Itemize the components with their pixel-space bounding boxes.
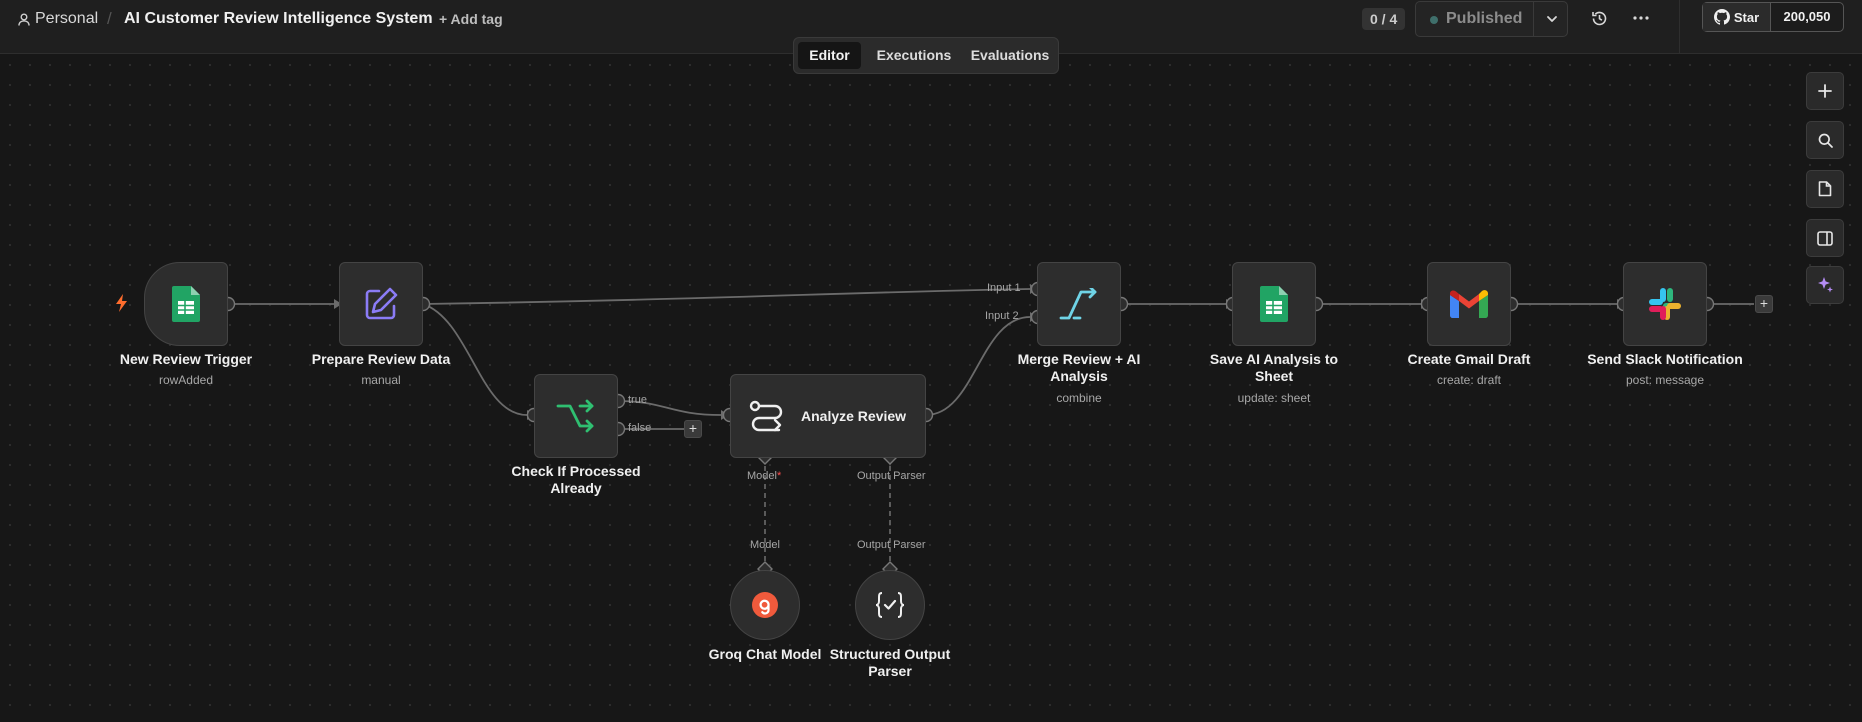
pencil-square-icon [365, 287, 398, 320]
node-title: Create Gmail Draft [1407, 351, 1531, 367]
port-output-parser-label: Output Parser [857, 470, 926, 482]
lightning-icon [116, 294, 127, 312]
output-false-label: false [628, 422, 652, 434]
node-title: New Review Trigger [119, 351, 253, 367]
node-subtitle: combine [1056, 391, 1102, 405]
sticky-note-icon [1818, 181, 1832, 197]
node-groq-chat-model[interactable] [730, 570, 800, 640]
status-dot [1430, 16, 1438, 24]
node-send-slack-notification[interactable] [1623, 262, 1707, 346]
node-create-gmail-draft[interactable] [1427, 262, 1511, 346]
github-star-widget[interactable]: Star 200,050 [1702, 2, 1844, 32]
node-title: Structured Output Parser [829, 646, 951, 679]
add-tag-button[interactable]: + Add tag [439, 11, 503, 27]
port-model-label: Model* [747, 470, 782, 482]
sparkle-icon [1818, 277, 1833, 293]
input-2-label: Input 2 [985, 310, 1019, 322]
publish-button[interactable]: Published [1415, 1, 1568, 37]
groq-icon [752, 592, 778, 618]
github-star-label: Star [1733, 9, 1760, 25]
tab-editor[interactable]: Editor [798, 42, 861, 69]
google-sheets-icon [172, 286, 200, 322]
node-title: Send Slack Notification [1587, 351, 1743, 367]
publish-status-label: Published [1446, 10, 1523, 27]
more-options-icon[interactable] [1632, 11, 1650, 25]
breadcrumb-personal[interactable]: Personal [18, 10, 98, 28]
add-node-end-button[interactable]: + [1755, 295, 1773, 313]
chevron-down-icon[interactable] [1545, 12, 1559, 26]
node-title: Save AI Analysis to Sheet [1209, 351, 1339, 384]
node-title: Analyze Review [801, 408, 907, 424]
split-branch-icon [556, 399, 594, 433]
json-check-icon [875, 592, 905, 618]
breadcrumb-separator: / [107, 9, 112, 28]
github-star-button[interactable]: Star [1703, 3, 1771, 31]
node-new-review-trigger[interactable] [144, 262, 228, 346]
node-title: Merge Review + AI Analysis [1017, 351, 1141, 384]
history-icon[interactable] [1591, 10, 1608, 27]
toggle-panel-button[interactable] [1806, 219, 1844, 257]
merge-icon [1059, 288, 1097, 320]
node-save-to-sheet[interactable] [1232, 262, 1316, 346]
node-title: Check If Processed Already [511, 463, 641, 496]
workflow-canvas[interactable] [0, 55, 1862, 722]
user-icon [18, 13, 30, 26]
sidebar-panel-icon [1817, 230, 1833, 246]
node-subtitle: create: draft [1436, 373, 1502, 387]
required-asterisk: * [776, 470, 782, 482]
tab-evaluations[interactable]: Evaluations [965, 42, 1055, 69]
node-prepare-review-data[interactable] [339, 262, 423, 346]
output-true-label: true [628, 394, 647, 406]
node-subtitle: post: message [1625, 373, 1705, 387]
node-structured-output-parser[interactable] [855, 570, 925, 640]
input-1-label: Input 1 [987, 282, 1021, 294]
github-icon [1713, 9, 1730, 25]
slack-icon [1649, 288, 1681, 320]
node-subtitle: update: sheet [1237, 391, 1311, 405]
breadcrumb-personal-label: Personal [35, 10, 99, 27]
node-subtitle: manual [361, 373, 401, 387]
sticky-note-button[interactable] [1806, 170, 1844, 208]
port-model-label: Model [750, 539, 780, 551]
search-nodes-button[interactable] [1806, 121, 1844, 159]
node-merge[interactable] [1037, 262, 1121, 346]
view-tabs: Editor Executions Evaluations [793, 37, 1059, 74]
node-title: Prepare Review Data [311, 351, 451, 367]
port-output-parser-label: Output Parser [857, 539, 926, 551]
workflow-title[interactable]: AI Customer Review Intelligence System [124, 10, 433, 28]
ai-assistant-button[interactable] [1806, 266, 1844, 304]
search-icon [1818, 133, 1833, 148]
node-subtitle: rowAdded [158, 373, 214, 387]
github-star-count: 200,050 [1783, 9, 1831, 24]
node-analyze-review[interactable]: Analyze Review [730, 374, 926, 458]
node-check-if-processed[interactable] [534, 374, 618, 458]
add-node-button[interactable] [1806, 72, 1844, 110]
add-node-false-button[interactable]: + [684, 420, 702, 438]
tab-executions[interactable]: Executions [864, 42, 964, 69]
node-title: Groq Chat Model [708, 646, 822, 662]
evaluation-counter: 0 / 4 [1362, 8, 1406, 30]
plus-icon [1818, 84, 1832, 98]
google-sheets-icon [1260, 286, 1288, 322]
ai-agent-route-icon [749, 400, 783, 432]
gmail-icon [1450, 290, 1488, 318]
